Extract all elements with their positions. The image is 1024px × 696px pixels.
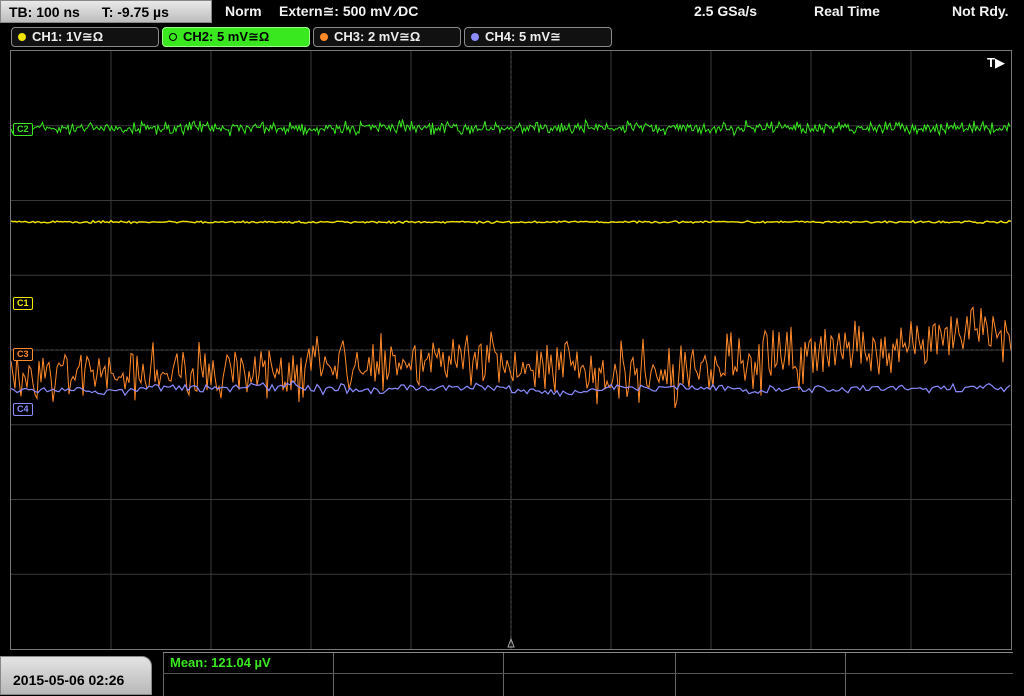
channel-3-marker[interactable]: C3 (13, 348, 33, 361)
status-bar: TB: 100 ns T: -9.75 µs Norm Extern≅: 500… (0, 0, 1024, 25)
channel-2-color-dot (169, 33, 177, 41)
measurement-cell-1[interactable]: Mean: 121.04 µV (163, 653, 333, 696)
channel-tabs: CH1: 1V≅Ω CH2: 5 mV≅Ω CH3: 2 mV≅Ω CH4: 5… (0, 25, 1024, 49)
channel-1-tab[interactable]: CH1: 1V≅Ω (11, 27, 159, 47)
timebase-value: TB: 100 ns (9, 4, 80, 20)
measurement-cell-3[interactable] (503, 653, 675, 696)
ready-state: Not Rdy. (952, 3, 1009, 19)
measurement-cell-5[interactable] (845, 653, 1013, 696)
channel-4-color-dot (471, 33, 479, 41)
sample-rate: 2.5 GSa/s (694, 3, 758, 19)
channel-3-tab[interactable]: CH3: 2 mV≅Ω (313, 27, 461, 47)
channel-3-label: CH3: 2 mV≅Ω (334, 29, 421, 44)
channel-2-tab[interactable]: CH2: 5 mV≅Ω (162, 27, 310, 47)
channel-4-label: CH4: 5 mV≅ (485, 29, 561, 44)
channel-2-marker[interactable]: C2 (13, 123, 33, 136)
trigger-level-indicator: T▶ (987, 55, 1005, 70)
date-time: 2015-05-06 02:26 (0, 656, 152, 695)
trigger-source[interactable]: Extern≅: 500 mV ⁄DC (279, 0, 418, 23)
channel-2-label: CH2: 5 mV≅Ω (183, 29, 270, 44)
channel-1-marker[interactable]: C1 (13, 297, 33, 310)
waveform-display[interactable]: T▶ C2 C1 C3 C4 (10, 50, 1012, 650)
acquisition-mode: Real Time (814, 3, 880, 19)
channel-1-color-dot (18, 33, 26, 41)
measurement-cell-2[interactable] (333, 653, 503, 696)
mean-measurement: Mean: 121.04 µV (170, 655, 271, 670)
waveform-svg (11, 51, 1011, 649)
channel-1-label: CH1: 1V≅Ω (32, 29, 104, 44)
graticule (11, 51, 1011, 649)
trigger-offset-value: T: -9.75 µs (101, 4, 169, 20)
measurement-cell-4[interactable] (675, 653, 845, 696)
trigger-mode[interactable]: Norm (225, 0, 262, 23)
measurement-divider (163, 673, 1013, 674)
acquisition-status[interactable]: Norm Extern≅: 500 mV ⁄DC 2.5 GSa/s Real … (216, 0, 1024, 23)
measurement-panel[interactable]: Mean: 121.04 µV (163, 652, 1013, 696)
channel-4-marker[interactable]: C4 (13, 403, 33, 416)
channel-3-color-dot (320, 33, 328, 41)
timebase-box[interactable]: TB: 100 ns T: -9.75 µs (0, 0, 212, 23)
channel-4-tab[interactable]: CH4: 5 mV≅ (464, 27, 612, 47)
